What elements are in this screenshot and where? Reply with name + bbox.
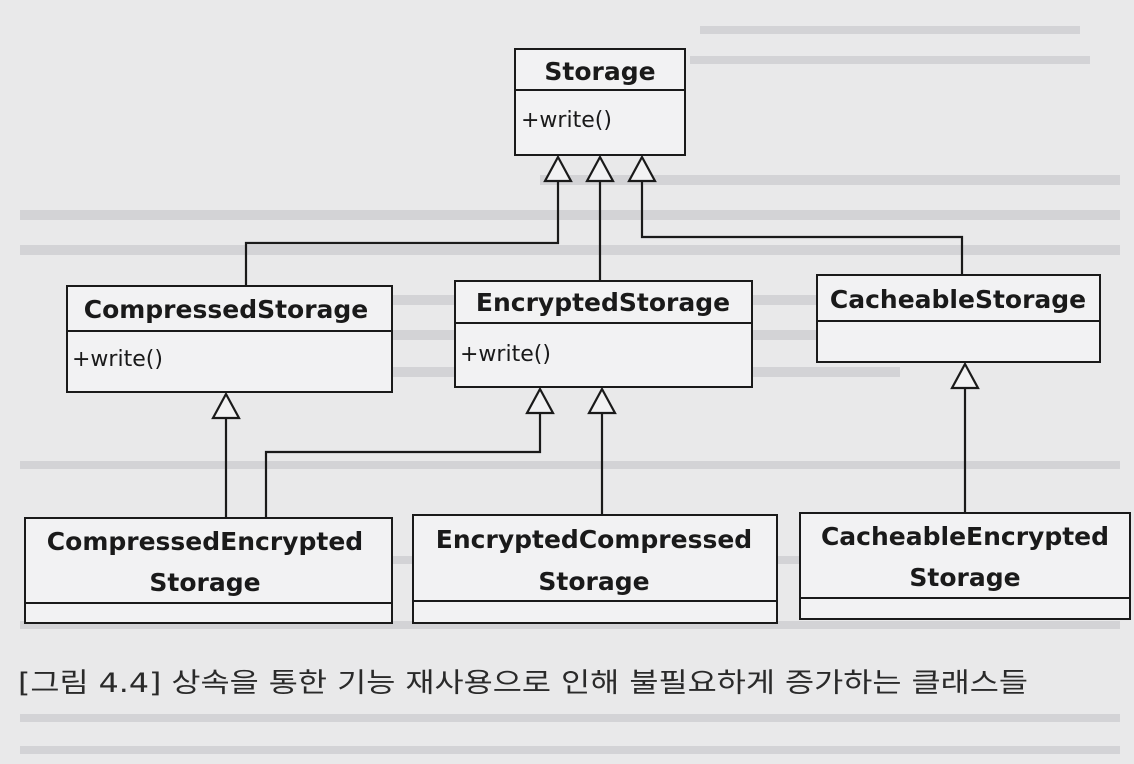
class-name-compressed-encrypted-line1: CompressedEncrypted (47, 527, 363, 556)
class-name-cacheable-storage: CacheableStorage (830, 285, 1086, 314)
class-name-compressed-encrypted-line2: Storage (149, 568, 260, 597)
class-name-encrypted-compressed-line1: EncryptedCompressed (436, 525, 752, 554)
class-encrypted-compressed-storage: EncryptedCompressed Storage (412, 514, 778, 624)
method-storage-write: +write() (521, 108, 612, 133)
class-compressed-storage: CompressedStorage +write() (66, 285, 393, 393)
class-cacheable-storage: CacheableStorage (816, 274, 1101, 363)
arrowhead-to-compressed (211, 391, 241, 420)
class-name-storage: Storage (544, 57, 655, 86)
arrowhead-cacheable-to-storage (627, 154, 657, 183)
arrowhead-to-encrypted-left (525, 386, 555, 415)
class-compressed-encrypted-storage: CompressedEncrypted Storage (24, 517, 393, 624)
class-cacheable-encrypted-storage: CacheableEncrypted Storage (799, 512, 1131, 620)
class-name-cacheable-encrypted-line2: Storage (909, 563, 1020, 592)
edge-compressed-to-storage (244, 181, 560, 286)
figure-caption: [그림 4.4] 상속을 통한 기능 재사용으로 인해 불필요하게 증가하는 클… (18, 668, 1028, 699)
edge-cacheable-to-storage (640, 181, 964, 275)
class-storage: Storage +write() (514, 48, 686, 156)
arrowhead-encrypted-to-storage (585, 154, 615, 183)
arrowhead-to-encrypted-right (587, 386, 617, 415)
method-compressed-write: +write() (72, 347, 163, 372)
class-encrypted-storage: EncryptedStorage +write() (454, 280, 753, 388)
arrowhead-compressed-to-storage (543, 154, 573, 183)
arrowhead-to-cacheable (950, 361, 980, 390)
class-name-encrypted-compressed-line2: Storage (538, 567, 649, 596)
class-name-compressed-storage: CompressedStorage (84, 295, 369, 324)
class-name-cacheable-encrypted-line1: CacheableEncrypted (821, 522, 1109, 551)
class-name-encrypted-storage: EncryptedStorage (476, 288, 730, 317)
class-diagram: Storage +write() CompressedStorage +writ… (18, 26, 1131, 754)
method-encrypted-write: +write() (460, 342, 551, 367)
